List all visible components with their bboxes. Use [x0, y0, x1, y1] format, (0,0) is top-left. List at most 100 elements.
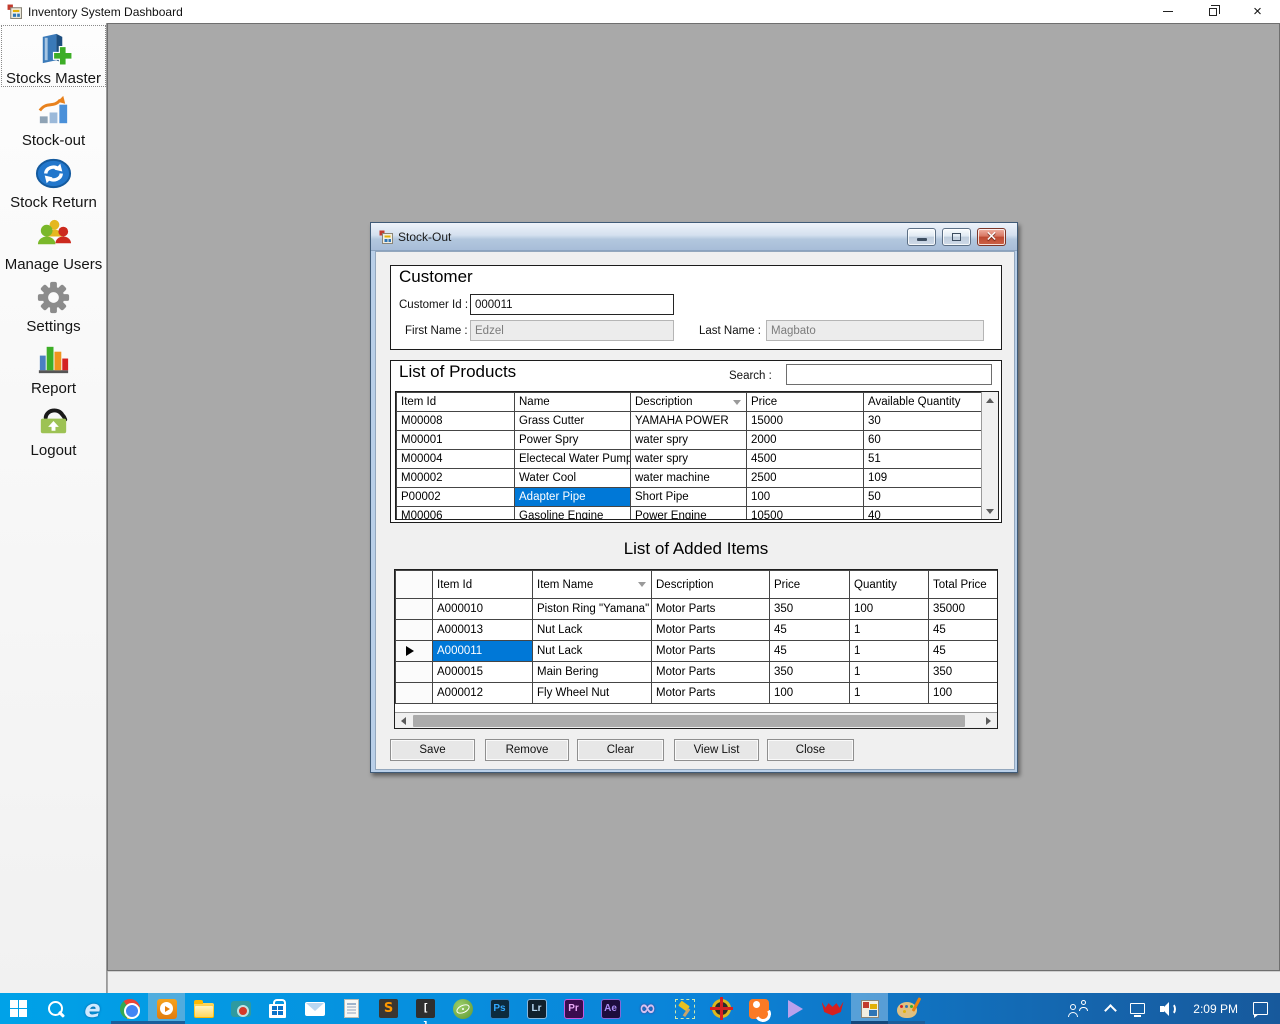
cell[interactable]: 109 [864, 469, 983, 488]
save-button[interactable]: Save [390, 739, 475, 761]
action-center-icon[interactable] [1253, 1002, 1268, 1015]
dialog-maximize-button[interactable] [942, 228, 971, 246]
start-icon[interactable] [0, 993, 37, 1024]
cell[interactable]: Grass Cutter [515, 412, 631, 431]
dialog-close-button[interactable]: ✕ [977, 228, 1006, 246]
scroll-up-icon[interactable] [982, 392, 998, 408]
scroll-left-icon[interactable] [395, 713, 412, 728]
cell[interactable]: M00002 [397, 469, 515, 488]
column-header[interactable]: Price [747, 393, 864, 412]
cell[interactable]: A000012 [433, 683, 533, 704]
cell[interactable]: Water Cool [515, 469, 631, 488]
media-player-icon[interactable] [148, 993, 185, 1024]
volume-icon[interactable] [1160, 1002, 1178, 1016]
scroll-right-icon[interactable] [980, 713, 997, 728]
visual-studio-icon[interactable] [629, 993, 666, 1024]
column-header[interactable]: Item Id [397, 393, 515, 412]
cell[interactable]: 30 [864, 412, 983, 431]
cell[interactable]: 4500 [747, 450, 864, 469]
notepad-icon[interactable] [333, 993, 370, 1024]
bat-icon[interactable] [814, 993, 851, 1024]
file-explorer-icon[interactable] [185, 993, 222, 1024]
customer-id-input[interactable] [470, 294, 674, 315]
remove-button[interactable]: Remove [485, 739, 569, 761]
search-icon[interactable] [37, 993, 74, 1024]
cell[interactable]: 1 [850, 662, 929, 683]
store-icon[interactable] [259, 993, 296, 1024]
premiere-icon[interactable]: Pr [555, 993, 592, 1024]
brackets-icon[interactable] [407, 993, 444, 1024]
column-header[interactable]: Quantity [850, 571, 929, 599]
row-header[interactable] [396, 620, 433, 641]
clear-button[interactable]: Clear [577, 739, 664, 761]
column-header[interactable]: Total Price [929, 571, 998, 599]
scroll-down-icon[interactable] [982, 503, 998, 519]
cell[interactable]: Nut Lack [533, 641, 652, 662]
row-header-corner[interactable] [396, 571, 433, 599]
cell[interactable]: M00001 [397, 431, 515, 450]
cell[interactable]: A000010 [433, 599, 533, 620]
scrollbar-thumb[interactable] [413, 715, 965, 727]
products-vertical-scrollbar[interactable] [981, 392, 998, 519]
sidebar-item-stock-out[interactable]: Stock-out [1, 87, 106, 149]
column-header[interactable]: Item Id [433, 571, 533, 599]
sidebar-item-stocks-master[interactable]: Stocks Master [1, 25, 106, 87]
cell[interactable]: 15000 [747, 412, 864, 431]
close-list-button[interactable]: Close [767, 739, 854, 761]
cell[interactable]: A000015 [433, 662, 533, 683]
search-input[interactable] [786, 364, 992, 385]
cell[interactable]: Fly Wheel Nut [533, 683, 652, 704]
edge-icon[interactable] [74, 993, 111, 1024]
cell[interactable]: Power Engine [631, 507, 747, 521]
column-header[interactable]: Available Quantity [864, 393, 983, 412]
sidebar-item-logout[interactable]: Logout [1, 397, 106, 459]
restore-button[interactable] [1190, 0, 1235, 23]
row-header[interactable] [396, 641, 433, 662]
sidebar-item-report[interactable]: Report [1, 335, 106, 397]
cell[interactable]: 100 [770, 683, 850, 704]
cell[interactable]: Piston Ring "Yamana" [533, 599, 652, 620]
dialog-titlebar[interactable]: Stock-Out ✕ [371, 223, 1017, 251]
cell[interactable]: 45 [770, 641, 850, 662]
row-header[interactable] [396, 662, 433, 683]
cell[interactable]: Adapter Pipe [515, 488, 631, 507]
cell[interactable]: 1 [850, 683, 929, 704]
cell[interactable]: 100 [850, 599, 929, 620]
repair-tool-icon[interactable] [666, 993, 703, 1024]
sidebar-item-manage-users[interactable]: Manage Users [1, 211, 106, 273]
cell[interactable]: Electecal Water Pump [515, 450, 631, 469]
cell[interactable]: 45 [929, 620, 998, 641]
cell[interactable]: 2000 [747, 431, 864, 450]
cell[interactable]: 350 [929, 662, 998, 683]
cell[interactable]: Main Bering [533, 662, 652, 683]
cell[interactable]: Power Spry [515, 431, 631, 450]
column-header[interactable]: Item Name [533, 571, 652, 599]
cell[interactable]: Gasoline Engine [515, 507, 631, 521]
minimize-button[interactable] [1145, 0, 1190, 23]
lightroom-icon[interactable]: Lr [518, 993, 555, 1024]
cell[interactable]: 35000 [929, 599, 998, 620]
atom-icon[interactable] [444, 993, 481, 1024]
cell[interactable]: 1 [850, 641, 929, 662]
target-icon[interactable] [703, 993, 740, 1024]
cell[interactable]: 45 [770, 620, 850, 641]
column-header[interactable]: Name [515, 393, 631, 412]
close-button[interactable]: × [1235, 0, 1280, 23]
cell[interactable]: 60 [864, 431, 983, 450]
people-icon[interactable] [1069, 1000, 1091, 1018]
cell[interactable]: 100 [747, 488, 864, 507]
cell[interactable]: A000013 [433, 620, 533, 641]
cell[interactable]: 50 [864, 488, 983, 507]
cell[interactable]: Motor Parts [652, 683, 770, 704]
cell[interactable]: 40 [864, 507, 983, 521]
sublime-text-icon[interactable] [370, 993, 407, 1024]
after-effects-icon[interactable]: Ae [592, 993, 629, 1024]
chrome-icon[interactable] [111, 993, 148, 1024]
cell[interactable]: water spry [631, 431, 747, 450]
cell[interactable]: 10500 [747, 507, 864, 521]
cell[interactable]: 45 [929, 641, 998, 662]
cell[interactable]: water machine [631, 469, 747, 488]
taskbar-clock[interactable]: 2:09 PM [1193, 1002, 1238, 1016]
palette-icon[interactable] [888, 993, 925, 1024]
chevron-up-icon[interactable] [1104, 1004, 1117, 1017]
